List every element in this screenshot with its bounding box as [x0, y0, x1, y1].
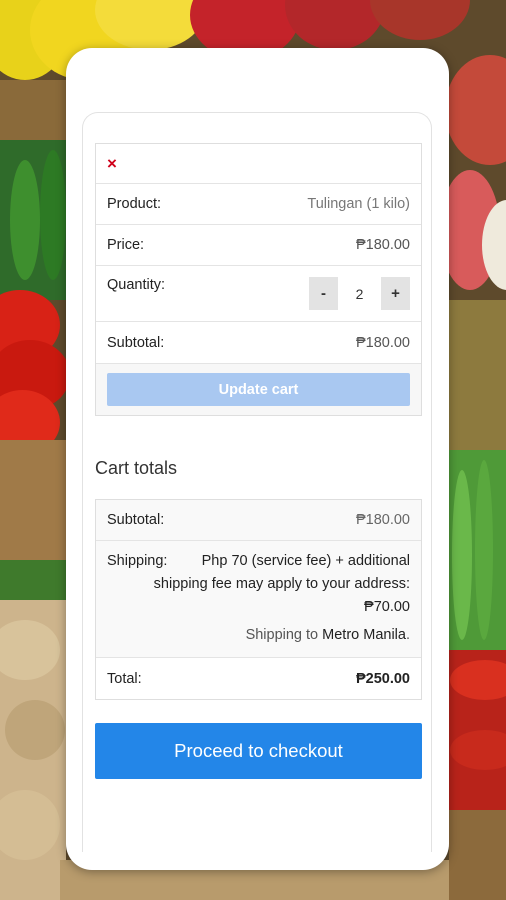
item-subtotal-row: Subtotal: ₱180.00 [96, 322, 421, 364]
shipping-row: Shipping: Php 70 (service fee) + additio… [96, 541, 421, 658]
proceed-to-checkout-button[interactable]: Proceed to checkout [95, 723, 422, 779]
quantity-label: Quantity: [107, 277, 166, 293]
update-cart-container: Update cart [96, 364, 421, 415]
quantity-increase-button[interactable]: + [381, 277, 410, 310]
quantity-stepper: - 2 + [309, 277, 410, 310]
shipping-description-line2: shipping fee may apply to your address: [153, 576, 410, 592]
cart-card: × Product: Tulingan (1 kilo) Price: ₱180… [66, 48, 449, 870]
product-row: Product: Tulingan (1 kilo) [96, 184, 421, 225]
cart-item-table: × Product: Tulingan (1 kilo) Price: ₱180… [95, 143, 422, 416]
cart-totals-table: Subtotal: ₱180.00 Shipping: Php 70 (serv… [95, 499, 422, 700]
shipping-description-line1: Php 70 (service fee) + additional [201, 553, 410, 569]
quantity-input[interactable]: 2 [338, 277, 381, 310]
totals-subtotal-label: Subtotal: [107, 512, 165, 528]
quantity-row: Quantity: - 2 + [96, 266, 421, 322]
totals-subtotal-value: ₱180.00 [355, 512, 410, 528]
shipping-label: Shipping: [107, 553, 168, 569]
quantity-decrease-button[interactable]: - [309, 277, 338, 310]
item-subtotal-value: ₱180.00 [355, 334, 410, 351]
totals-subtotal-row: Subtotal: ₱180.00 [96, 500, 421, 541]
shipping-destination-place: Metro Manila [322, 627, 406, 643]
update-cart-button[interactable]: Update cart [107, 373, 410, 406]
order-total-value: ₱250.00 [355, 670, 410, 687]
order-total-row: Total: ₱250.00 [96, 658, 421, 699]
price-value: ₱180.00 [355, 237, 410, 253]
price-row: Price: ₱180.00 [96, 225, 421, 266]
product-name-link[interactable]: Tulingan (1 kilo) [307, 196, 410, 212]
product-label: Product: [107, 196, 161, 212]
remove-row: × [96, 144, 421, 184]
order-total-label: Total: [107, 670, 142, 687]
remove-item-icon[interactable]: × [107, 155, 117, 172]
cart-totals-heading: Cart totals [95, 458, 178, 478]
price-label: Price: [107, 237, 145, 253]
item-subtotal-label: Subtotal: [107, 334, 165, 351]
shipping-amount: ₱70.00 [364, 599, 410, 615]
shipping-destination: Shipping to Metro Manila. [107, 627, 410, 643]
shipping-destination-suffix: . [405, 627, 410, 643]
shipping-destination-prefix: Shipping to [245, 627, 319, 643]
